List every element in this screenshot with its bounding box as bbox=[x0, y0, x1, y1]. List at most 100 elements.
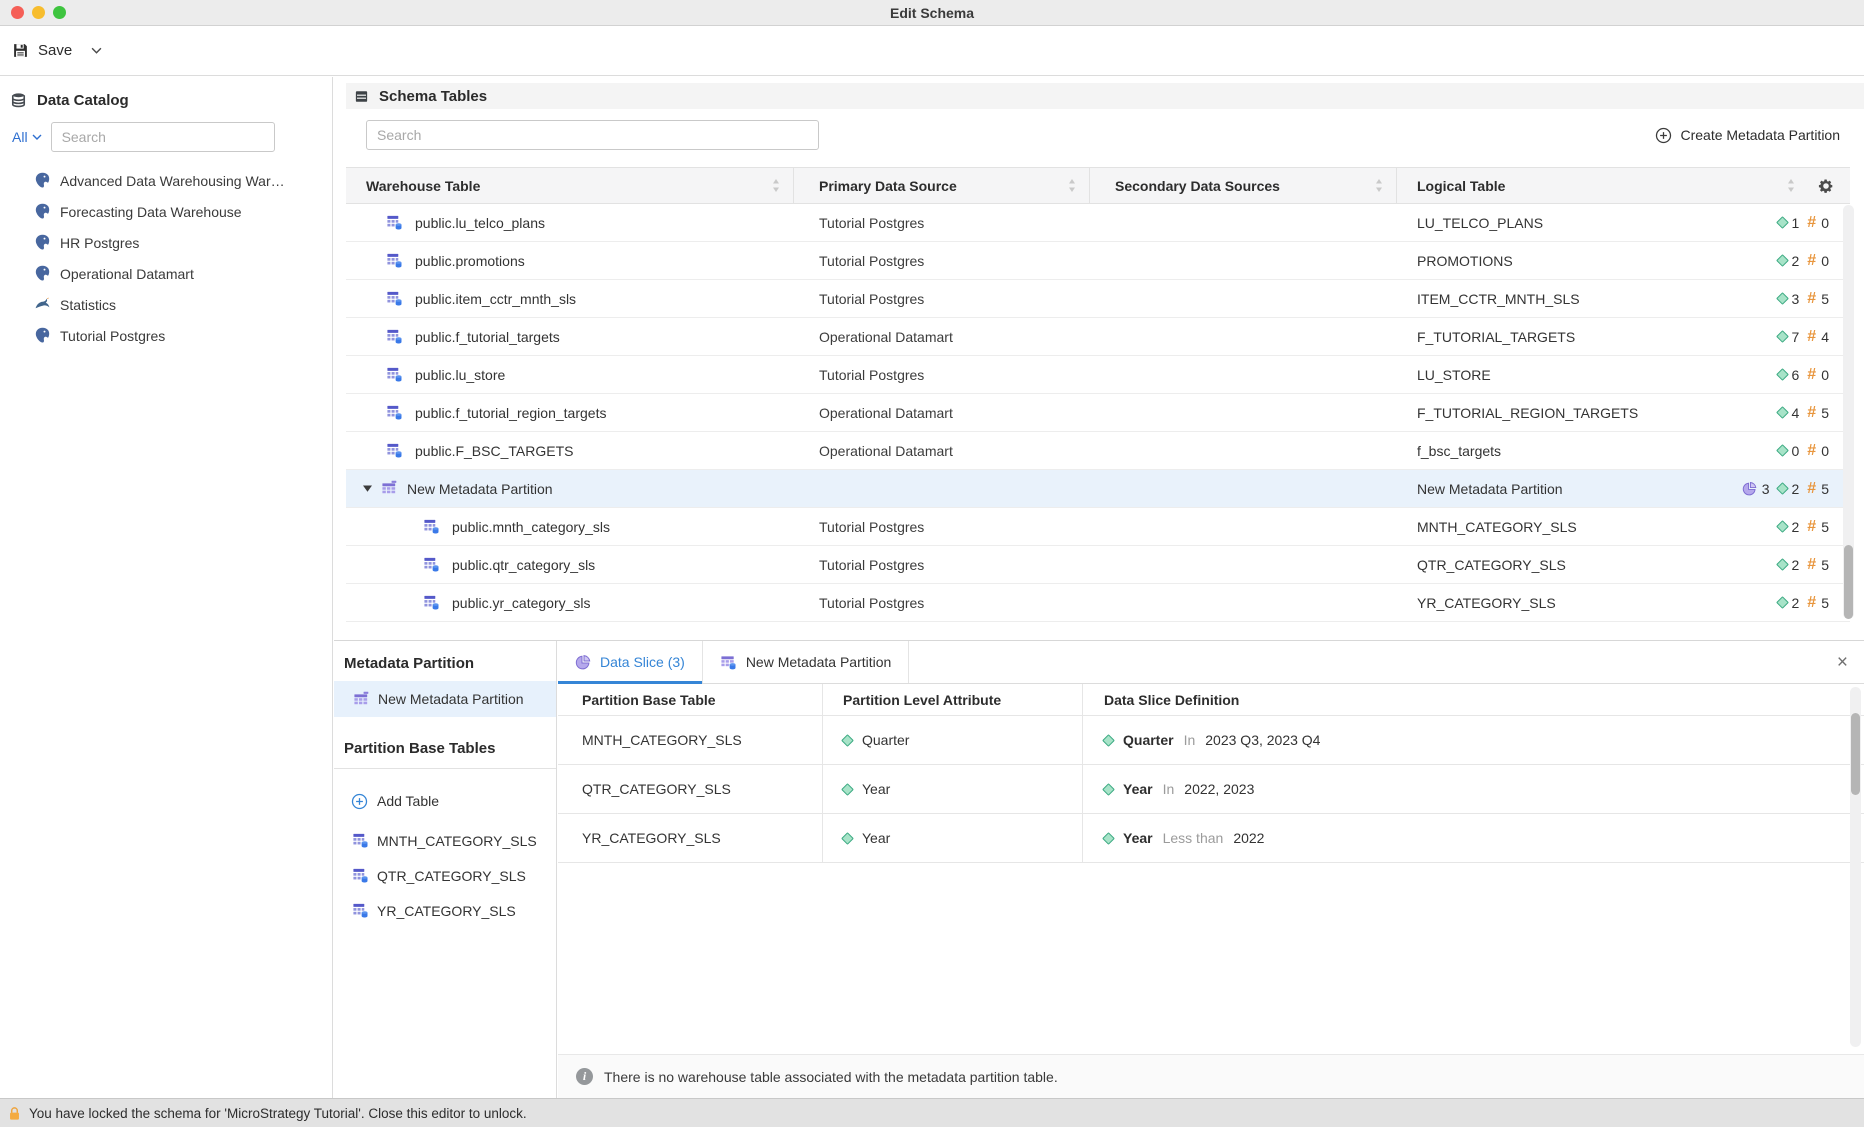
close-panel-icon[interactable]: × bbox=[1837, 653, 1848, 672]
table-row[interactable]: public.lu_store Tutorial Postgres LU_STO… bbox=[346, 356, 1850, 394]
logical-table-name: F_TUTORIAL_REGION_TARGETS bbox=[1417, 405, 1638, 421]
catalog-source-item[interactable]: Operational Datamart bbox=[0, 258, 332, 289]
maximize-window-button[interactable] bbox=[53, 6, 66, 19]
catalog-source-item[interactable]: Tutorial Postgres bbox=[0, 320, 332, 351]
definition-operator: Less than bbox=[1163, 830, 1224, 846]
chevron-down-icon[interactable] bbox=[91, 47, 102, 54]
catalog-source-item[interactable]: Statistics bbox=[0, 289, 332, 320]
base-table-name: MNTH_CATEGORY_SLS bbox=[377, 833, 537, 849]
attribute-count-badge: 0 bbox=[1778, 443, 1800, 459]
sort-icon[interactable] bbox=[1787, 179, 1795, 192]
base-table-name: QTR_CATEGORY_SLS bbox=[377, 868, 526, 884]
metric-count: 5 bbox=[1821, 595, 1829, 611]
column-header-logical-table[interactable]: Logical Table bbox=[1397, 168, 1850, 203]
gear-icon[interactable] bbox=[1818, 178, 1834, 194]
add-table-button[interactable]: Add Table bbox=[334, 789, 556, 813]
partition-base-table-name: QTR_CATEGORY_SLS bbox=[582, 781, 731, 797]
metric-count: 0 bbox=[1821, 367, 1829, 383]
schema-tables-search-input[interactable] bbox=[366, 120, 819, 150]
schema-tables-grid-header: Warehouse Table Primary Data Source Seco… bbox=[346, 167, 1850, 204]
table-row[interactable]: public.f_tutorial_region_targets Operati… bbox=[346, 394, 1850, 432]
postgres-icon bbox=[34, 234, 51, 251]
catalog-source-item[interactable]: Advanced Data Warehousing War… bbox=[0, 165, 332, 196]
logical-table-name: F_TUTORIAL_TARGETS bbox=[1417, 329, 1575, 345]
schema-tables-section: Schema Tables Create Metadata Partition … bbox=[334, 77, 1864, 640]
attribute-count: 2 bbox=[1792, 253, 1800, 269]
logical-table-name: LU_TELCO_PLANS bbox=[1417, 215, 1543, 231]
base-table-item[interactable]: QTR_CATEGORY_SLS bbox=[334, 858, 556, 893]
catalog-source-item[interactable]: HR Postgres bbox=[0, 227, 332, 258]
scrollbar-thumb[interactable] bbox=[1844, 545, 1853, 619]
mysql-icon bbox=[34, 296, 51, 313]
minimize-window-button[interactable] bbox=[32, 6, 45, 19]
expand-arrow-icon[interactable] bbox=[363, 485, 372, 492]
attribute-diamond-icon bbox=[1776, 406, 1789, 419]
data-slice-row[interactable]: YR_CATEGORY_SLS Year Year Less than 2022 bbox=[558, 814, 1864, 863]
warehouse-table-name: public.mnth_category_sls bbox=[452, 519, 610, 535]
close-window-button[interactable] bbox=[11, 6, 24, 19]
catalog-filter-dropdown[interactable]: All bbox=[12, 129, 42, 145]
tab-new-metadata-partition-label: New Metadata Partition bbox=[746, 654, 892, 670]
warehouse-table-icon bbox=[386, 366, 403, 383]
warehouse-table-name: public.item_cctr_mnth_sls bbox=[415, 291, 576, 307]
data-slice-row[interactable]: MNTH_CATEGORY_SLS Quarter Quarter In 202… bbox=[558, 716, 1864, 765]
warehouse-table-name: public.lu_store bbox=[415, 367, 505, 383]
window-titlebar: Edit Schema bbox=[0, 0, 1864, 26]
base-table-item[interactable]: MNTH_CATEGORY_SLS bbox=[334, 823, 556, 858]
metric-count-badge: # 5 bbox=[1807, 595, 1829, 611]
logical-table-cell: ITEM_CCTR_MNTH_SLS 3 # 5 bbox=[1397, 291, 1850, 307]
column-header-primary-data-source[interactable]: Primary Data Source bbox=[794, 168, 1090, 203]
attribute-count-badge: 1 bbox=[1778, 215, 1800, 231]
sort-icon[interactable] bbox=[1375, 179, 1383, 192]
metric-count-badge: # 5 bbox=[1807, 405, 1829, 421]
schema-search-row: Create Metadata Partition bbox=[366, 120, 1840, 150]
table-row[interactable]: public.promotions Tutorial Postgres PROM… bbox=[346, 242, 1850, 280]
schema-tables-header: Schema Tables bbox=[346, 83, 1864, 109]
tab-data-slice[interactable]: Data Slice (3) bbox=[558, 641, 703, 683]
column-header-partition-base-table: Partition Base Table bbox=[558, 684, 823, 715]
table-row[interactable]: public.F_BSC_TARGETS Operational Datamar… bbox=[346, 432, 1850, 470]
count-badges: 2 # 5 bbox=[1778, 557, 1830, 573]
warehouse-table-cell: public.yr_category_sls bbox=[346, 594, 794, 611]
data-slice-area: Data Slice (3) New Metadata Partition × … bbox=[558, 641, 1864, 1098]
table-row[interactable]: public.item_cctr_mnth_sls Tutorial Postg… bbox=[346, 280, 1850, 318]
warehouse-table-icon bbox=[386, 442, 403, 459]
table-row[interactable]: public.qtr_category_sls Tutorial Postgre… bbox=[346, 546, 1850, 584]
column-header-secondary-data-sources[interactable]: Secondary Data Sources bbox=[1090, 168, 1397, 203]
catalog-search-input[interactable] bbox=[51, 122, 275, 152]
logical-table-cell: PROMOTIONS 2 # 0 bbox=[1397, 253, 1850, 269]
logical-table-name: QTR_CATEGORY_SLS bbox=[1417, 557, 1566, 573]
base-table-item[interactable]: YR_CATEGORY_SLS bbox=[334, 893, 556, 928]
attribute-count-badge: 4 bbox=[1778, 405, 1800, 421]
catalog-source-label: Forecasting Data Warehouse bbox=[60, 204, 242, 220]
create-metadata-partition-button[interactable]: Create Metadata Partition bbox=[1655, 127, 1840, 144]
data-slice-scrollbar[interactable] bbox=[1850, 687, 1861, 1047]
sort-icon[interactable] bbox=[1068, 179, 1076, 192]
metric-hash-icon: # bbox=[1807, 519, 1816, 535]
info-icon: i bbox=[576, 1068, 593, 1085]
table-row[interactable]: public.mnth_category_sls Tutorial Postgr… bbox=[346, 508, 1850, 546]
save-button[interactable]: Save bbox=[12, 42, 102, 59]
catalog-source-item[interactable]: Forecasting Data Warehouse bbox=[0, 196, 332, 227]
sort-icon[interactable] bbox=[772, 179, 780, 192]
attribute-count: 7 bbox=[1792, 329, 1800, 345]
schema-tables-scrollbar[interactable] bbox=[1843, 205, 1854, 619]
attribute-count-badge: 2 bbox=[1778, 557, 1800, 573]
table-row[interactable]: public.lu_telco_plans Tutorial Postgres … bbox=[346, 204, 1850, 242]
definition-operator: In bbox=[1163, 781, 1175, 797]
partition-item-selected[interactable]: New Metadata Partition bbox=[334, 681, 556, 717]
column-header-warehouse-table[interactable]: Warehouse Table bbox=[346, 168, 794, 203]
scrollbar-thumb[interactable] bbox=[1851, 713, 1860, 795]
partition-base-table-cell: QTR_CATEGORY_SLS bbox=[558, 765, 823, 813]
attribute-diamond-icon bbox=[1102, 783, 1115, 796]
table-row[interactable]: public.f_tutorial_targets Operational Da… bbox=[346, 318, 1850, 356]
warehouse-table-name: public.qtr_category_sls bbox=[452, 557, 595, 573]
data-slice-row[interactable]: QTR_CATEGORY_SLS Year Year In 2022, 2023 bbox=[558, 765, 1864, 814]
attribute-diamond-icon bbox=[1776, 558, 1789, 571]
primary-data-source-cell: Tutorial Postgres bbox=[794, 557, 1090, 573]
table-row[interactable]: New Metadata Partition New Metadata Part… bbox=[346, 470, 1850, 508]
tab-new-metadata-partition[interactable]: New Metadata Partition bbox=[703, 641, 910, 683]
logical-table-cell: F_TUTORIAL_TARGETS 7 # 4 bbox=[1397, 329, 1850, 345]
metric-hash-icon: # bbox=[1807, 253, 1816, 269]
table-row[interactable]: public.yr_category_sls Tutorial Postgres… bbox=[346, 584, 1850, 622]
